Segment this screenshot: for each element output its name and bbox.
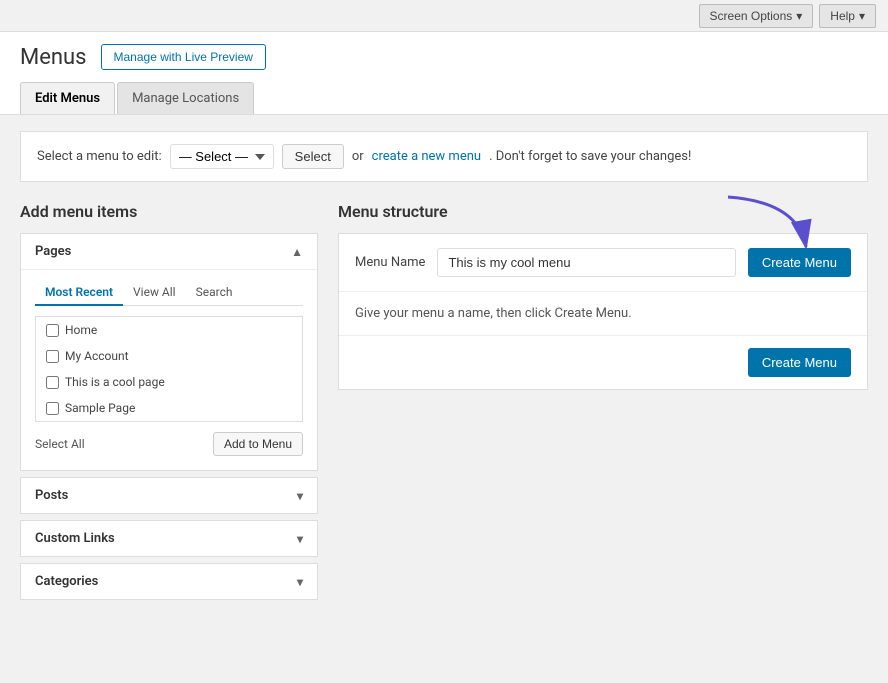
tabs: Edit Menus Manage Locations — [20, 82, 868, 114]
right-column: Menu structure Menu Name Create Menu Giv… — [338, 202, 868, 390]
pages-list: Home My Account This is a cool page — [35, 316, 303, 422]
add-to-menu-button[interactable]: Add to Menu — [213, 432, 303, 456]
pages-panel-header[interactable]: Pages ▲ — [21, 234, 317, 269]
tab-most-recent[interactable]: Most Recent — [35, 280, 123, 306]
tab-search[interactable]: Search — [186, 280, 243, 306]
list-item: My Account — [36, 343, 302, 369]
screen-options-button[interactable]: Screen Options ▾ — [699, 4, 814, 28]
or-text: or — [352, 149, 364, 164]
top-bar: Screen Options ▾ Help ▾ — [0, 0, 888, 32]
create-menu-button-top[interactable]: Create Menu — [748, 248, 851, 277]
select-bar-suffix: . Don't forget to save your changes! — [489, 149, 691, 164]
tab-view-all[interactable]: View All — [123, 280, 186, 306]
menu-name-input[interactable] — [437, 248, 735, 277]
list-item: Sample Page — [36, 395, 302, 421]
page-label-sample-page: Sample Page — [65, 401, 135, 415]
left-column: Add menu items Pages ▲ Most Recent View … — [20, 202, 318, 606]
menu-instructions: Give your menu a name, then click Create… — [339, 292, 867, 335]
page-label-home: Home — [65, 323, 97, 337]
pages-panel-arrow: ▲ — [291, 245, 303, 259]
select-menu-bar: Select a menu to edit: — Select — Select… — [20, 131, 868, 182]
page-checkbox-home[interactable] — [46, 324, 59, 337]
help-arrow: ▾ — [859, 9, 865, 23]
custom-links-arrow: ▾ — [297, 532, 303, 546]
select-all-link[interactable]: Select All — [35, 437, 85, 451]
menu-name-label: Menu Name — [355, 255, 425, 270]
page-label-cool-page: This is a cool page — [65, 375, 165, 389]
posts-panel: Posts ▾ — [20, 477, 318, 514]
pages-panel-label: Pages — [35, 244, 71, 259]
page-checkbox-my-account[interactable] — [46, 350, 59, 363]
custom-links-label: Custom Links — [35, 531, 115, 546]
select-menu-label: Select a menu to edit: — [37, 149, 162, 164]
list-footer: Select All Add to Menu — [35, 432, 303, 456]
screen-options-arrow: ▾ — [796, 9, 802, 23]
page-checkbox-sample-page[interactable] — [46, 402, 59, 415]
tab-edit-menus[interactable]: Edit Menus — [20, 82, 115, 114]
categories-label: Categories — [35, 574, 98, 589]
pages-panel-content: Most Recent View All Search Home My Acco… — [21, 269, 317, 470]
live-preview-button[interactable]: Manage with Live Preview — [101, 44, 266, 70]
categories-arrow: ▾ — [297, 575, 303, 589]
two-column-layout: Add menu items Pages ▲ Most Recent View … — [20, 202, 868, 606]
menu-select-dropdown[interactable]: — Select — — [170, 144, 274, 169]
select-menu-button[interactable]: Select — [282, 144, 344, 169]
tab-manage-locations[interactable]: Manage Locations — [117, 82, 254, 114]
menu-footer: Create Menu — [339, 335, 867, 389]
posts-panel-arrow: ▾ — [297, 489, 303, 503]
categories-panel: Categories ▾ — [20, 563, 318, 600]
help-label: Help — [830, 9, 855, 23]
screen-options-label: Screen Options — [710, 9, 793, 23]
custom-links-panel-header[interactable]: Custom Links ▾ — [21, 521, 317, 556]
list-item: This is a cool page — [36, 369, 302, 395]
menu-structure-box: Menu Name Create Menu Give your menu a n… — [338, 233, 868, 390]
menu-name-row: Menu Name Create Menu — [339, 234, 867, 292]
pages-inner-tabs: Most Recent View All Search — [35, 280, 303, 306]
page-header: Menus Manage with Live Preview Edit Menu… — [0, 32, 888, 115]
create-menu-button-bottom[interactable]: Create Menu — [748, 348, 851, 377]
custom-links-panel: Custom Links ▾ — [20, 520, 318, 557]
main-content: Select a menu to edit: — Select — Select… — [0, 115, 888, 622]
page-label-my-account: My Account — [65, 349, 129, 363]
pages-panel: Pages ▲ Most Recent View All Search Home — [20, 233, 318, 471]
posts-panel-header[interactable]: Posts ▾ — [21, 478, 317, 513]
page-title: Menus — [20, 45, 87, 70]
page-title-row: Menus Manage with Live Preview — [20, 44, 868, 70]
help-button[interactable]: Help ▾ — [819, 4, 876, 28]
posts-panel-label: Posts — [35, 488, 68, 503]
page-checkbox-cool-page[interactable] — [46, 376, 59, 389]
create-new-menu-link[interactable]: create a new menu — [372, 149, 481, 164]
menu-structure-title: Menu structure — [338, 202, 868, 221]
categories-panel-header[interactable]: Categories ▾ — [21, 564, 317, 599]
list-item: Home — [36, 317, 302, 343]
add-menu-items-title: Add menu items — [20, 202, 318, 221]
